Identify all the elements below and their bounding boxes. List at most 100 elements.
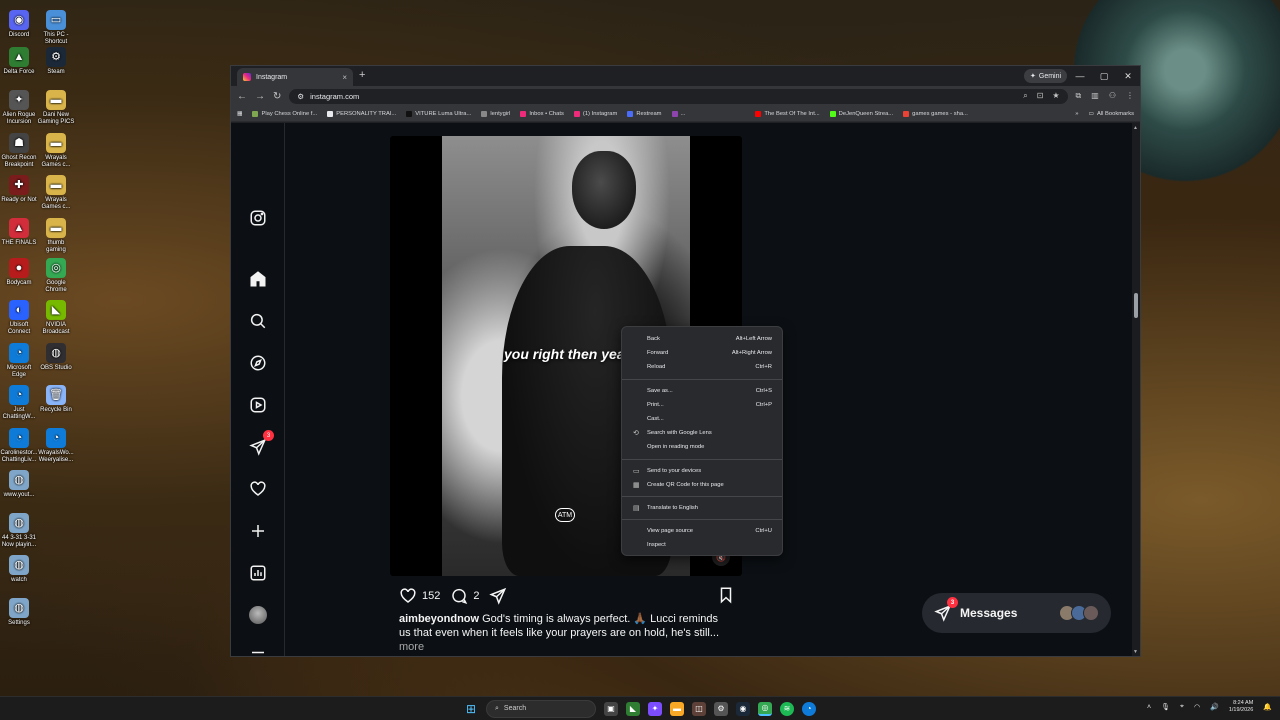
- like-heart-icon[interactable]: [399, 587, 417, 605]
- volume-icon[interactable]: 🔊: [1210, 703, 1219, 711]
- dashboard-icon[interactable]: [248, 563, 268, 583]
- desktop-icon[interactable]: ⚙ Steam: [37, 47, 75, 76]
- notifications-heart-icon[interactable]: [248, 479, 268, 499]
- reload-icon[interactable]: ↻: [273, 91, 281, 102]
- desktop-icon[interactable]: ◍ Settings: [0, 598, 38, 627]
- create-icon[interactable]: [248, 521, 268, 541]
- context-menu-item[interactable]: Open in reading mode: [622, 440, 782, 454]
- tab-close-icon[interactable]: ×: [342, 73, 347, 82]
- share-icon[interactable]: [489, 587, 507, 605]
- bookmark-item[interactable]: VITURE Luma Ultra...: [406, 110, 471, 117]
- back-icon[interactable]: ←: [237, 91, 247, 102]
- bookmark-item[interactable]: Play Chess Online f...: [252, 110, 317, 117]
- maximize-icon[interactable]: ▢: [1092, 66, 1116, 86]
- desktop-icon[interactable]: ▭ This PC - Shortcut: [37, 10, 75, 46]
- copilot-icon[interactable]: ✦: [648, 701, 662, 716]
- context-menu-item[interactable]: Forward Alt+Right Arrow: [622, 346, 782, 360]
- desktop-icon[interactable]: ▲ THE FINALS: [0, 218, 38, 247]
- steam-icon[interactable]: ◉: [736, 701, 750, 716]
- explore-icon[interactable]: [248, 353, 268, 373]
- microphone-icon[interactable]: 🎙: [1161, 703, 1170, 711]
- profile-avatar[interactable]: [248, 605, 268, 625]
- sidepanel-icon[interactable]: ▥: [1091, 91, 1099, 101]
- scroll-thumb[interactable]: [1134, 293, 1138, 318]
- bookmark-item[interactable]: Restream: [627, 110, 662, 117]
- address-bar[interactable]: ⚙ instagram.com ⌕ ⊡ ★: [289, 88, 1068, 104]
- bookmark-item[interactable]: lentygirl: [481, 110, 510, 117]
- bookmark-item[interactable]: (1) Instagram: [573, 110, 617, 117]
- desktop-icon[interactable]: ▲ Delta Force: [0, 47, 38, 76]
- site-info-icon[interactable]: ⚙: [297, 92, 304, 101]
- desktop-icon[interactable]: ◔ Microsoft Edge: [0, 343, 38, 379]
- desktop-icon[interactable]: 🗑 Recycle Bin: [37, 385, 75, 414]
- desktop-icon[interactable]: ◔ Just ChattingW...: [0, 385, 38, 421]
- store-icon[interactable]: ◫: [692, 701, 706, 716]
- minimize-icon[interactable]: ―: [1068, 66, 1092, 86]
- caption-username[interactable]: aimbeyondnow: [399, 613, 479, 625]
- bookmark-item[interactable]: games games - sha...: [903, 110, 968, 117]
- messages-button[interactable]: 3 Messages: [922, 593, 1111, 633]
- task-view-icon[interactable]: ▣: [604, 701, 618, 716]
- install-icon[interactable]: ⊡: [1037, 91, 1044, 101]
- zoom-icon[interactable]: ⌕: [1023, 91, 1027, 101]
- more-menu-icon[interactable]: [248, 647, 268, 656]
- context-menu-item[interactable]: Reload Ctrl+R: [622, 360, 782, 374]
- desktop-icon[interactable]: ▬ Dani New Gaming PICS: [37, 90, 75, 126]
- desktop-icon[interactable]: ◎ Google Chrome: [37, 258, 75, 294]
- tab-instagram[interactable]: Instagram ×: [237, 68, 353, 86]
- chevron-up-icon[interactable]: ˄: [1147, 704, 1151, 711]
- bookmark-item[interactable]: DeJenQueen Strea...: [829, 110, 893, 117]
- chrome-icon[interactable]: ◎: [758, 701, 772, 716]
- instagram-logo-icon[interactable]: [248, 208, 268, 228]
- context-menu-item[interactable]: ▭ Send to your devices: [622, 464, 782, 478]
- bookmark-item[interactable]: ...: [671, 110, 685, 117]
- file-explorer-icon[interactable]: ▬: [670, 701, 684, 716]
- clock[interactable]: 8:24 AM 1/19/2026: [1229, 700, 1253, 714]
- scroll-down-icon[interactable]: ▼: [1133, 649, 1138, 655]
- context-menu-item[interactable]: Back Alt+Left Arrow: [622, 332, 782, 346]
- wifi-icon[interactable]: ◠: [1194, 703, 1200, 711]
- nvidia-app-icon[interactable]: ◣: [626, 701, 640, 716]
- context-menu-item[interactable]: Print... Ctrl+P: [622, 398, 782, 412]
- desktop-icon[interactable]: ◍ 44 3-31 3-31 Now playin...: [0, 513, 38, 549]
- desktop-icon[interactable]: ◔ WrayalsWo... Weeryalise...: [37, 428, 75, 464]
- settings-gear-icon[interactable]: ⚙: [714, 701, 728, 716]
- desktop-icon[interactable]: ◍ OBS Studio: [37, 343, 75, 372]
- context-menu-item[interactable]: Cast...: [622, 412, 782, 426]
- context-menu-item[interactable]: ▦ Create QR Code for this page: [622, 478, 782, 492]
- spotify-icon[interactable]: ≋: [780, 701, 794, 716]
- all-bookmarks-folder[interactable]: ▭ All Bookmarks: [1088, 111, 1134, 117]
- caption-more-link[interactable]: more: [399, 641, 424, 653]
- desktop-icon[interactable]: ◔ Carolinestor... ChattingLiv...: [0, 428, 38, 464]
- desktop-icon[interactable]: ✚ Ready or Not: [0, 175, 38, 204]
- bookmark-star-icon[interactable]: ★: [1052, 91, 1059, 101]
- desktop-icon[interactable]: ◍ www.yout...: [0, 470, 38, 499]
- desktop-icon[interactable]: ◐ Ubisoft Connect: [0, 300, 38, 336]
- desktop-icon[interactable]: ▬ Wrayals Games c...: [37, 133, 75, 169]
- location-icon[interactable]: ⌖: [1180, 703, 1184, 711]
- desktop-icon[interactable]: ▬ thumb gaming: [37, 218, 75, 254]
- desktop-icon[interactable]: ☗ Ghost Recon Breakpoint: [0, 133, 38, 169]
- forward-icon[interactable]: →: [255, 91, 265, 102]
- bookmark-item[interactable]: The Best Of The Int...: [755, 110, 820, 117]
- context-menu-item[interactable]: Save as... Ctrl+S: [622, 384, 782, 398]
- bookmark-item[interactable]: PERSONALITY TRAI...: [327, 110, 396, 117]
- comment-icon[interactable]: [450, 587, 468, 605]
- context-menu-item[interactable]: Inspect: [622, 538, 782, 552]
- desktop-icon[interactable]: ◉ Discord: [0, 10, 38, 39]
- desktop-icon[interactable]: ◣ NVIDIA Broadcast: [37, 300, 75, 336]
- edge-icon[interactable]: ◔: [802, 701, 816, 716]
- search-icon[interactable]: [248, 311, 268, 331]
- desktop-icon[interactable]: ✦ Alien Rogue Incursion: [0, 90, 38, 126]
- desktop-icon[interactable]: ● Bodycam: [0, 258, 38, 287]
- bookmark-item[interactable]: Inbox • Chats: [520, 110, 564, 117]
- reels-icon[interactable]: [248, 395, 268, 415]
- gemini-button[interactable]: ✦ Gemini: [1024, 69, 1068, 83]
- profile-icon[interactable]: ⚇: [1109, 91, 1116, 101]
- notifications-bell-icon[interactable]: 🔔: [1263, 703, 1272, 711]
- close-icon[interactable]: ✕: [1116, 66, 1140, 86]
- apps-grid-icon[interactable]: ▦: [237, 111, 242, 117]
- extensions-icon[interactable]: ⧉: [1076, 91, 1082, 101]
- start-windows-icon[interactable]: ⊞: [464, 702, 478, 716]
- direct-messages-icon[interactable]: 3: [248, 430, 274, 457]
